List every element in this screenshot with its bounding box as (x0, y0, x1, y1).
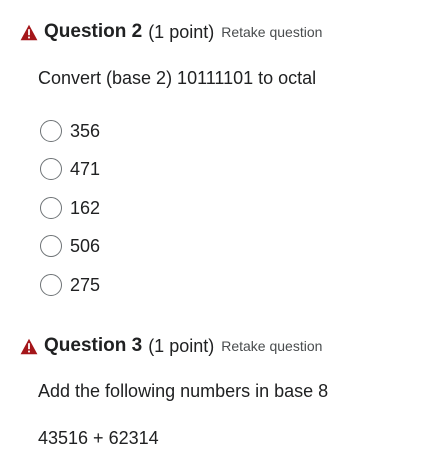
option-471[interactable]: 471 (40, 156, 100, 182)
radio-button[interactable] (40, 235, 62, 257)
question-2-text: Convert (base 2) 10111101 to octal (38, 68, 317, 88)
option-label: 356 (70, 120, 101, 141)
option-label: 162 (70, 197, 101, 218)
radio-button[interactable] (40, 197, 62, 219)
retake-question-3-link[interactable]: Retake question (221, 338, 322, 354)
option-162[interactable]: 162 (40, 195, 100, 221)
question-3-title: Question 3 (44, 335, 143, 356)
option-356[interactable]: 356 (40, 118, 100, 144)
question-3-points: (1 point) (148, 335, 215, 356)
question-3-header: Question 3 (1 point) Retake question (20, 334, 322, 358)
option-506[interactable]: 506 (40, 233, 100, 259)
radio-button[interactable] (40, 274, 62, 296)
warning-triangle-icon (20, 338, 38, 354)
option-label: 275 (70, 274, 101, 295)
radio-button[interactable] (40, 120, 62, 142)
option-label: 471 (70, 158, 101, 179)
warning-triangle-icon (20, 24, 38, 40)
radio-button[interactable] (40, 158, 62, 180)
option-275[interactable]: 275 (40, 272, 100, 298)
retake-question-2-link[interactable]: Retake question (221, 24, 322, 40)
question-2-title: Question 2 (44, 21, 143, 42)
question-3-expression: 43516 + 62314 (38, 428, 159, 448)
option-label: 506 (70, 235, 101, 256)
question-3-text: Add the following numbers in base 8 (38, 381, 329, 401)
question-2-points: (1 point) (148, 21, 215, 42)
question-2-header: Question 2 (1 point) Retake question (20, 20, 322, 44)
